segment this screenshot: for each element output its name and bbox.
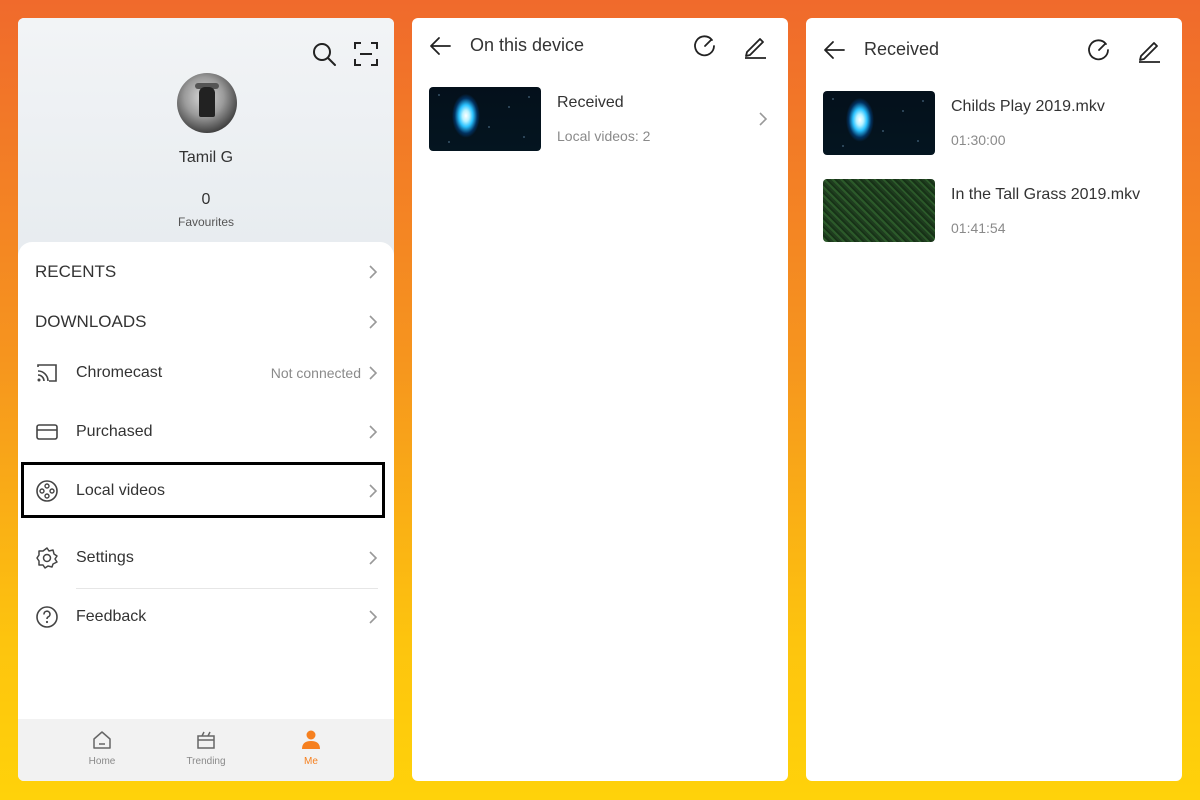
nav-trending[interactable]: Trending	[156, 719, 256, 781]
profile-name: Tamil G	[178, 149, 234, 166]
back-arrow-icon[interactable]	[428, 33, 454, 59]
video-title: Childs Play 2019.mkv	[951, 98, 1105, 115]
chromecast-label: Chromecast	[76, 364, 163, 381]
menu-list: RECENTS DOWNLOADS Chromecast Not connect…	[18, 242, 394, 720]
refresh-icon[interactable]	[692, 33, 718, 59]
nav-me[interactable]: Me	[261, 719, 361, 781]
recents-label: RECENTS	[35, 262, 117, 281]
on-this-device-screen: On this device Received Local videos: 2	[412, 18, 788, 781]
video-thumbnail	[823, 91, 935, 155]
page-title: On this device	[470, 35, 585, 55]
video-row[interactable]: Childs Play 2019.mkv 01:30:00	[806, 82, 1182, 162]
video-thumbnail	[823, 179, 935, 242]
chevron-right-icon	[369, 366, 378, 380]
folder-count: Local videos: 2	[557, 128, 651, 144]
trending-icon	[197, 731, 215, 749]
video-title: In the Tall Grass 2019.mkv	[951, 186, 1141, 203]
scan-icon[interactable]	[352, 40, 380, 68]
folder-name: Received	[557, 94, 624, 111]
chevron-right-icon	[369, 551, 378, 565]
chevron-right-icon	[369, 610, 378, 624]
help-icon	[36, 606, 58, 628]
menu-item-purchased[interactable]: Purchased	[18, 407, 394, 457]
nav-trending-label: Trending	[186, 756, 226, 767]
local-videos-label: Local videos	[76, 482, 165, 499]
search-icon[interactable]	[310, 40, 338, 68]
chevron-right-icon	[369, 315, 378, 329]
edit-icon[interactable]	[1136, 37, 1162, 63]
menu-item-settings[interactable]: Settings	[18, 533, 394, 583]
film-reel-icon	[36, 480, 58, 502]
favourites-count[interactable]: 0	[18, 191, 394, 209]
settings-label: Settings	[76, 549, 134, 566]
page-title: Received	[864, 39, 940, 59]
menu-item-local-videos[interactable]: Local videos	[18, 466, 394, 516]
menu-item-chromecast[interactable]: Chromecast Not connected	[18, 348, 394, 398]
person-icon	[302, 730, 320, 749]
refresh-icon[interactable]	[1086, 37, 1112, 63]
chevron-right-icon	[369, 265, 378, 279]
video-duration: 01:30:00	[951, 132, 1006, 148]
edit-icon[interactable]	[742, 33, 768, 59]
avatar[interactable]	[177, 73, 237, 133]
favourites-label[interactable]: Favourites	[18, 215, 394, 229]
divider	[76, 588, 378, 589]
me-screen: Tamil G 0 Favourites RECENTS DOWNLOADS C…	[18, 18, 394, 781]
nav-me-label: Me	[304, 756, 318, 767]
card-icon	[36, 424, 58, 440]
video-row[interactable]: In the Tall Grass 2019.mkv 01:41:54	[806, 170, 1182, 250]
video-duration: 01:41:54	[951, 220, 1006, 236]
menu-item-recents[interactable]: RECENTS	[18, 247, 394, 297]
back-arrow-icon[interactable]	[822, 37, 848, 63]
purchased-label: Purchased	[76, 423, 153, 440]
chevron-right-icon	[369, 425, 378, 439]
folder-row-received[interactable]: Received Local videos: 2	[412, 78, 788, 158]
gear-icon	[36, 547, 58, 569]
menu-item-feedback[interactable]: Feedback	[18, 592, 394, 642]
feedback-label: Feedback	[76, 608, 147, 625]
bottom-nav: Home Trending Me	[18, 719, 394, 781]
chevron-right-icon	[369, 484, 378, 498]
home-icon	[93, 731, 111, 749]
nav-home[interactable]: Home	[52, 719, 152, 781]
folder-thumbnail	[429, 87, 541, 151]
received-screen: Received Childs Play 2019.mkv 01:30:00 I…	[806, 18, 1182, 781]
chromecast-status: Not connected	[270, 365, 361, 381]
chevron-right-icon	[759, 112, 768, 126]
profile-header: Tamil G 0 Favourites	[18, 18, 394, 278]
cast-icon	[37, 364, 57, 382]
menu-item-downloads[interactable]: DOWNLOADS	[18, 297, 394, 347]
downloads-label: DOWNLOADS	[35, 312, 147, 331]
nav-home-label: Home	[88, 756, 116, 767]
